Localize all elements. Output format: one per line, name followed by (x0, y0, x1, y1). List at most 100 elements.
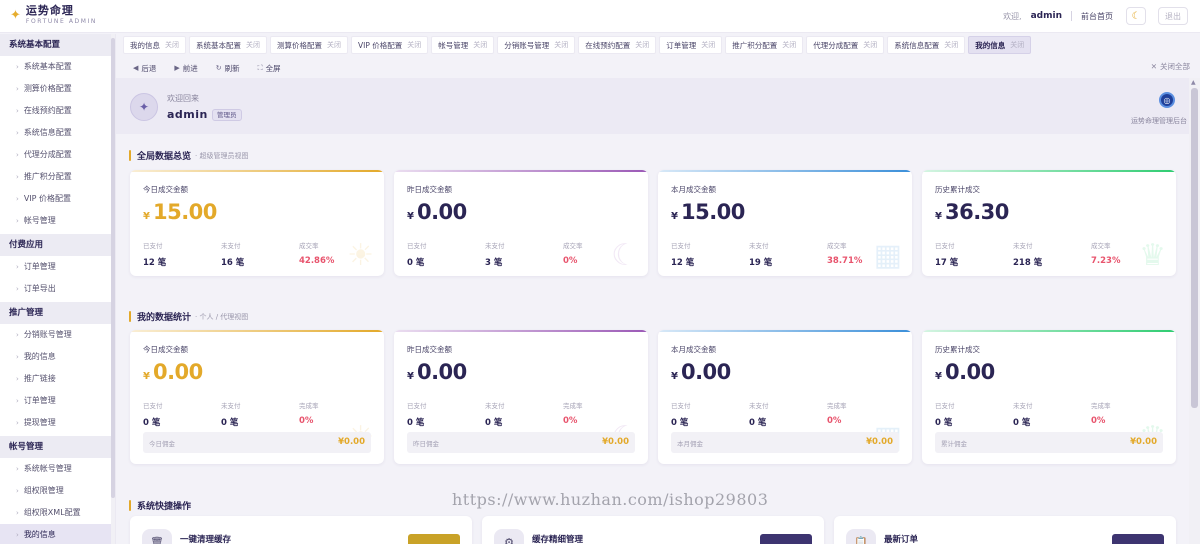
stat-paid: 已支付 0 笔 (671, 400, 691, 428)
sidebar-scrollbar[interactable] (111, 34, 115, 544)
amount-value: 0.00 (416, 200, 467, 224)
stat-label: 已支付 (671, 402, 691, 410)
sidebar-scrollbar-thumb[interactable] (111, 38, 115, 498)
tab[interactable]: 代理分成配置 关闭 (806, 36, 885, 54)
refresh-button[interactable]: ↻ 刷新 (216, 63, 240, 74)
tab-close-button[interactable]: 关闭 (407, 40, 421, 50)
tab[interactable]: 推广积分配置 关闭 (725, 36, 804, 54)
main-scrollbar[interactable]: ▲ (1189, 78, 1200, 544)
tab-close-button[interactable]: 关闭 (473, 40, 487, 50)
sidebar-item[interactable]: › 提现管理 (0, 412, 115, 434)
sidebar-item[interactable]: › 系统基本配置 (0, 56, 115, 78)
sidebar-item[interactable]: › 订单导出 (0, 278, 115, 300)
chevron-right-icon: › (16, 487, 19, 495)
tab-label: 在线预约配置 (585, 40, 631, 50)
sidebar-item[interactable]: › 分销账号管理 (0, 324, 115, 346)
chevron-right-icon: › (16, 63, 19, 71)
tab-close-button[interactable]: 关闭 (701, 40, 715, 50)
main-scrollbar-thumb[interactable] (1191, 88, 1198, 408)
sidebar-item-label: 推广积分配置 (23, 172, 72, 181)
tab-close-button[interactable]: 关闭 (246, 40, 260, 50)
tab-close-button[interactable]: 关闭 (165, 40, 179, 50)
tab-close-button[interactable]: 关闭 (863, 40, 877, 50)
tab-label: 系统基本配置 (196, 40, 241, 50)
stat-paid: 已支付 12 笔 (671, 240, 694, 268)
sidebar-item[interactable]: › 我的信息 (0, 524, 115, 544)
back-button[interactable]: ◀ 后退 (133, 63, 156, 74)
quick-op-button[interactable] (760, 534, 812, 544)
tab[interactable]: 系统基本配置 关闭 (189, 36, 267, 54)
stat-label: 已支付 (935, 402, 955, 410)
sidebar-item[interactable]: › 系统信息配置 (0, 122, 115, 144)
tab-close-button[interactable]: 关闭 (635, 40, 649, 50)
overview-title: 全局数据总览 (137, 152, 192, 162)
sidebar-group-title[interactable]: 系统基本配置 (0, 34, 115, 56)
sidebar-item[interactable]: › 推广积分配置 (0, 166, 115, 188)
stat-label: 成交率 (1091, 242, 1111, 250)
chevron-right-icon: › (16, 107, 19, 115)
sidebar-item[interactable]: › 测算价格配置 (0, 78, 115, 100)
sidebar-item[interactable]: › 在线预约配置 (0, 100, 115, 122)
stat-label: 成交率 (563, 242, 583, 250)
tab-close-button[interactable]: 关闭 (944, 40, 958, 50)
forward-label: 前进 (182, 63, 198, 73)
sidebar-item[interactable]: › 帐号管理 (0, 210, 115, 232)
stat-value: 0% (563, 256, 578, 266)
watermark: https://www.huzhan.com/ishop29803 (452, 490, 769, 509)
stat-label: 完成率 (563, 402, 583, 410)
sidebar-item[interactable]: › 订单管理 (0, 390, 115, 412)
tab[interactable]: 订单管理 关闭 (659, 36, 723, 54)
stat-label: 已支付 (407, 242, 427, 250)
stat-rate: 完成率 0% (299, 400, 319, 426)
sidebar-item[interactable]: › 代理分成配置 (0, 144, 115, 166)
card-accent-line (922, 170, 1176, 172)
tab[interactable]: VIP 价格配置 关闭 (351, 36, 429, 54)
tab-close-button[interactable]: 关闭 (327, 40, 341, 50)
stat-card: 本月成交金额¥0.00已支付0 笔未支付0 笔完成率0%▦本月佣金¥0.00 (658, 330, 912, 464)
commission-label: 昨日佣金 (413, 440, 439, 448)
tab-close-button[interactable]: 关闭 (1010, 40, 1024, 50)
stat-rate: 成交率 38.71% (827, 240, 862, 266)
theme-toggle-button[interactable]: ☾ (1126, 7, 1146, 25)
sidebar-item[interactable]: › 组权限管理 (0, 480, 115, 502)
sidebar-item[interactable]: › 组权限XML配置 (0, 502, 115, 524)
sidebar: 系统基本配置 › 系统基本配置 › 测算价格配置 › 在线预约配置 › 系统信息配置 › 代理分成配… (0, 34, 116, 544)
tab[interactable]: 分销账号管理 关闭 (497, 36, 576, 54)
tab[interactable]: 我的信息 关闭 (123, 36, 186, 54)
amount-value: 0.00 (416, 360, 467, 384)
sidebar-group-title[interactable]: 帐号管理 (0, 436, 115, 458)
sidebar-item[interactable]: › VIP 价格配置 (0, 188, 115, 210)
amount-value: 0.00 (152, 360, 203, 384)
quick-op-button[interactable] (1112, 534, 1164, 544)
card-label: 本月成交金额 (671, 345, 716, 354)
sidebar-item[interactable]: › 系统帐号管理 (0, 458, 115, 480)
chevron-right-icon: › (16, 509, 19, 517)
tab-close-button[interactable]: 关闭 (554, 40, 568, 50)
sidebar-item[interactable]: › 我的信息 (0, 346, 115, 368)
tab-label: 帐号管理 (438, 40, 469, 50)
stat-value: 42.86% (299, 256, 335, 266)
sidebar-item[interactable]: › 订单管理 (0, 256, 115, 278)
top-header: ✦ 运势命理 FORTUNE ADMIN 欢迎, admin 前台首页 ☾ 退出 (0, 0, 1200, 33)
tab[interactable]: 测算价格配置 关闭 (270, 36, 348, 54)
tab[interactable]: 我的信息 关闭 (968, 36, 1032, 54)
fullscreen-button[interactable]: ⛶ 全屏 (258, 63, 281, 74)
sidebar-group-title[interactable]: 推广管理 (0, 302, 115, 324)
sidebar-item[interactable]: › 推广链接 (0, 368, 115, 390)
chevron-right-icon: › (16, 353, 19, 361)
logout-button[interactable]: 退出 (1158, 7, 1188, 25)
brand-logo[interactable]: ✦ 运势命理 FORTUNE ADMIN (10, 5, 97, 26)
forward-button[interactable]: ▶ 前进 (174, 63, 197, 74)
scroll-up-arrow-icon[interactable]: ▲ (1191, 79, 1196, 86)
tab-close-button[interactable]: 关闭 (782, 40, 796, 50)
tab[interactable]: 在线预约配置 关闭 (578, 36, 657, 54)
sidebar-group-title[interactable]: 付费应用 (0, 234, 115, 256)
commission-box: 今日佣金 ¥0.00 (143, 432, 371, 453)
tab[interactable]: 帐号管理 关闭 (431, 36, 495, 54)
close-all-tabs-button[interactable]: ✕ 关闭全部 (1151, 61, 1190, 72)
quick-op-button[interactable] (408, 534, 460, 544)
welcome-greeting: 欢迎回来 (167, 94, 199, 103)
tab[interactable]: 系统信息配置 关闭 (887, 36, 966, 54)
card-accent-line (658, 170, 912, 172)
front-page-link[interactable]: 前台首页 (1081, 11, 1113, 22)
